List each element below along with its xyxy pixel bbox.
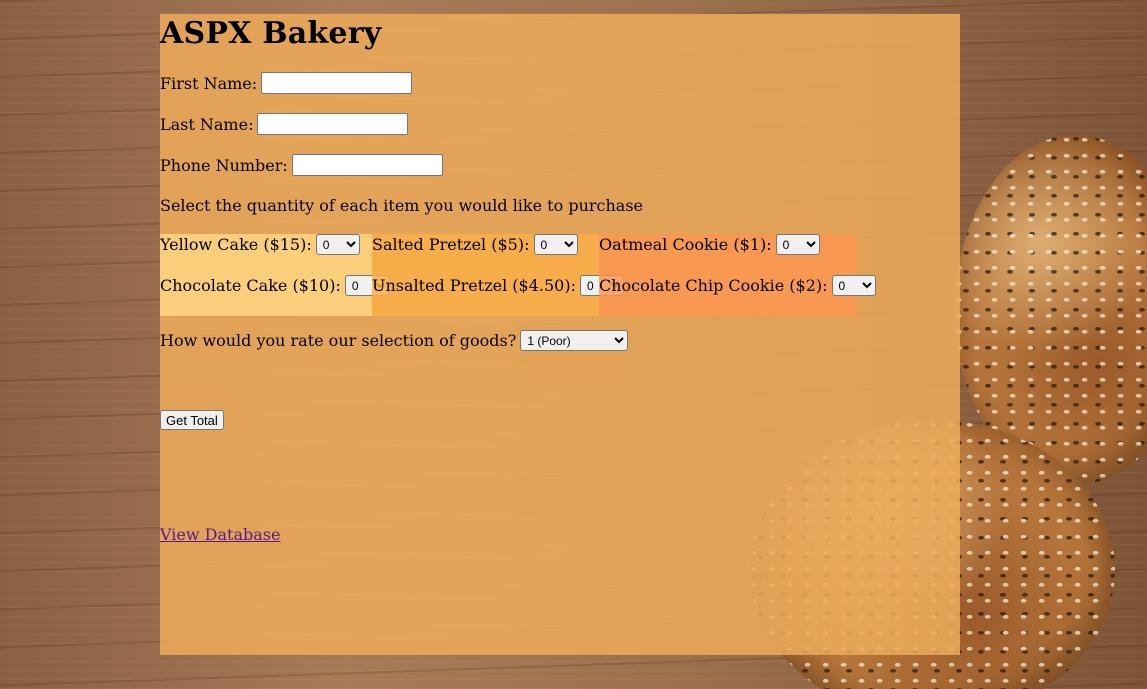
salted-pretzel-quantity-select[interactable]: 0	[533, 234, 578, 255]
chocolate-cake-label: Chocolate Cake ($10):	[160, 276, 341, 295]
chocolate-cake-item: Chocolate Cake ($10): 0	[160, 275, 389, 296]
quantity-instructions: Select the quantity of each item you wou…	[160, 196, 643, 215]
yellow-cake-item: Yellow Cake ($15): 0	[160, 234, 360, 255]
cakes-group: Yellow Cake ($15): 0 Chocolate Cake ($10…	[160, 234, 389, 316]
get-total-button[interactable]: Get Total	[160, 410, 224, 430]
first-name-row: First Name:	[160, 72, 413, 94]
yellow-cake-label: Yellow Cake ($15):	[160, 235, 312, 254]
last-name-row: Last Name:	[160, 113, 409, 135]
first-name-input[interactable]	[261, 72, 413, 94]
last-name-input[interactable]	[257, 113, 409, 135]
salted-pretzel-item: Salted Pretzel ($5): 0	[372, 234, 578, 255]
unsalted-pretzel-item: Unsalted Pretzel ($4.50): 0	[372, 275, 624, 296]
chocolate-chip-cookie-label: Chocolate Chip Cookie ($2):	[599, 276, 828, 295]
phone-number-input[interactable]	[291, 154, 443, 176]
rating-row: How would you rate our selection of good…	[160, 330, 629, 351]
chocolate-chip-cookie-quantity-select[interactable]: 0	[831, 275, 876, 296]
oatmeal-cookie-item: Oatmeal Cookie ($1): 0	[599, 234, 820, 255]
yellow-cake-quantity-select[interactable]: 0	[315, 234, 360, 255]
salted-pretzel-label: Salted Pretzel ($5):	[372, 235, 530, 254]
page-title: ASPX Bakery	[160, 16, 382, 51]
view-database-link[interactable]: View Database	[160, 525, 280, 544]
oatmeal-cookie-quantity-select[interactable]: 0	[775, 234, 820, 255]
phone-number-label: Phone Number:	[160, 155, 288, 175]
phone-number-row: Phone Number:	[160, 154, 443, 176]
last-name-label: Last Name:	[160, 114, 254, 134]
cookies-group: Oatmeal Cookie ($1): 0 Chocolate Chip Co…	[599, 234, 876, 316]
oatmeal-cookie-label: Oatmeal Cookie ($1):	[599, 235, 772, 254]
rating-select[interactable]: 1 (Poor)	[520, 330, 629, 351]
chocolate-chip-cookie-item: Chocolate Chip Cookie ($2): 0	[599, 275, 876, 296]
unsalted-pretzel-label: Unsalted Pretzel ($4.50):	[372, 276, 576, 295]
rating-label: How would you rate our selection of good…	[160, 331, 517, 350]
first-name-label: First Name:	[160, 73, 258, 93]
pretzels-group: Salted Pretzel ($5): 0 Unsalted Pretzel …	[372, 234, 624, 316]
order-form-panel: ASPX Bakery First Name: Last Name: Phone…	[160, 14, 960, 655]
